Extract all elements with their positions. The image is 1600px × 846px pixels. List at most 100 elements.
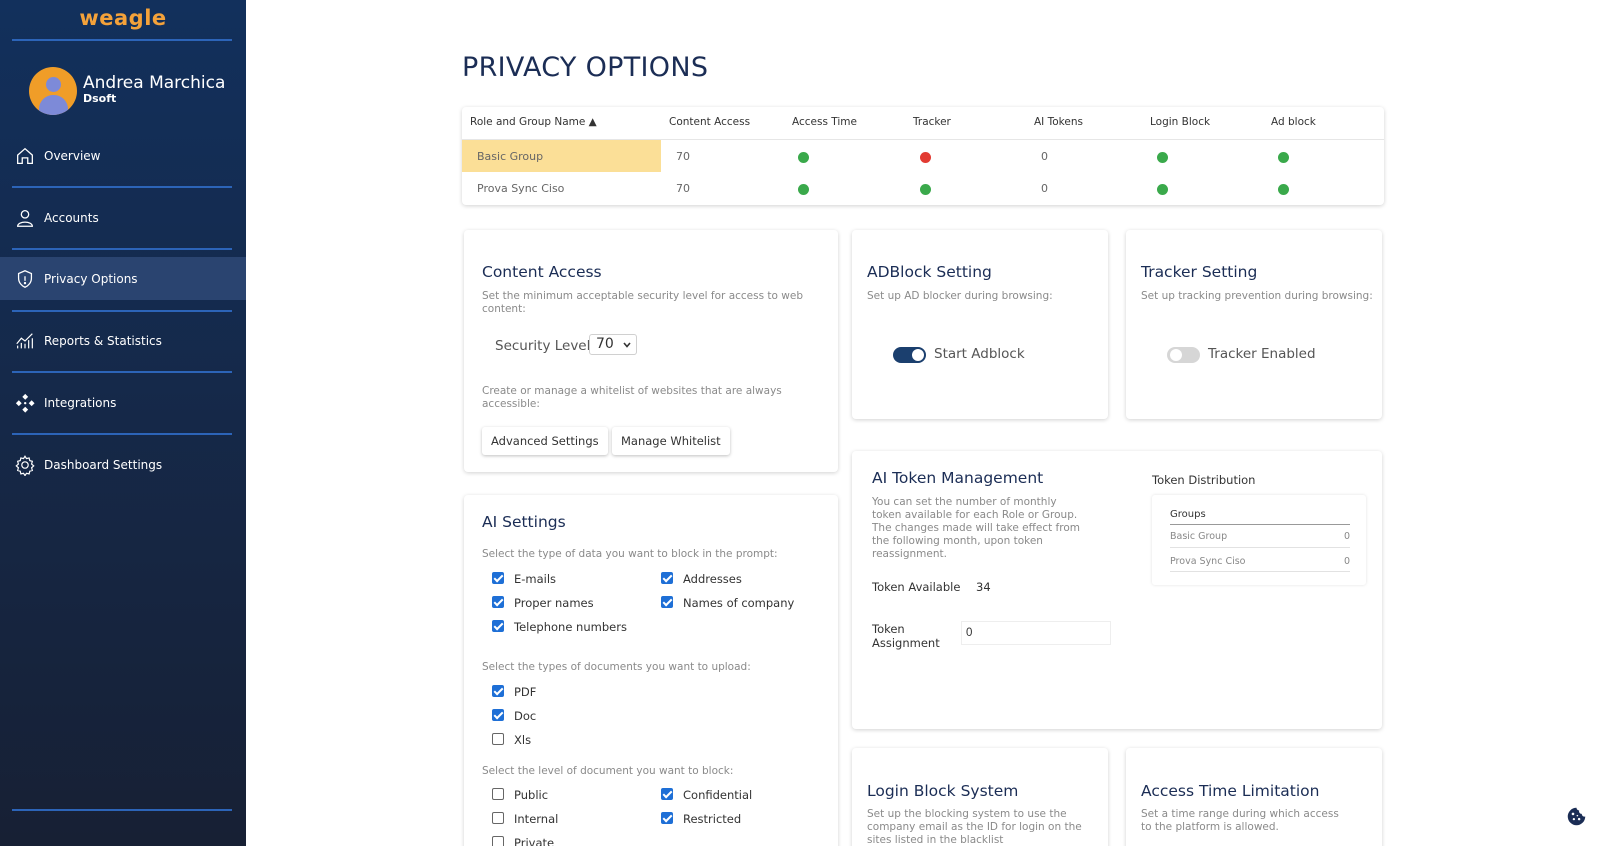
checkbox-label: Public <box>514 788 549 802</box>
row-name: Basic Group <box>477 150 544 163</box>
checkbox-internal[interactable] <box>492 812 504 824</box>
checkbox-xls[interactable] <box>492 733 504 745</box>
distribution-row-name: Basic Group <box>1170 531 1228 542</box>
column-header[interactable]: AI Tokens <box>1034 116 1083 128</box>
column-header[interactable]: Tracker <box>913 116 951 128</box>
card-description: Set up AD blocker during browsing: <box>867 290 1053 302</box>
checkbox-proper-names[interactable] <box>492 596 504 608</box>
checkbox-emails[interactable] <box>492 572 504 584</box>
divider <box>12 248 232 250</box>
table-row[interactable]: Basic Group 70 0 <box>462 140 1384 172</box>
checkbox-public[interactable] <box>492 788 504 800</box>
checkbox-doc[interactable] <box>492 709 504 721</box>
adblock-toggle-label: Start Adblock <box>934 346 1025 362</box>
sidebar-item-privacy-options[interactable]: Privacy Options <box>0 257 246 300</box>
checkbox-label: Internal <box>514 812 559 826</box>
sidebar: weagle Andrea Marchica Dsoft Overview Ac… <box>0 0 246 846</box>
card-description: Set the minimum acceptable security leve… <box>482 290 804 315</box>
column-header[interactable]: Content Access <box>669 116 750 128</box>
table-row[interactable]: Prova Sync Ciso 70 0 <box>462 172 1384 204</box>
home-icon <box>17 147 33 164</box>
checkbox-label: E-mails <box>514 572 557 586</box>
token-assignment-input[interactable] <box>962 622 1110 644</box>
checkbox-private[interactable] <box>492 836 504 846</box>
row-content-access: 70 <box>676 182 690 195</box>
checkbox-company-names[interactable] <box>661 596 673 608</box>
ad-block-status <box>1278 152 1289 163</box>
chevron-down-icon <box>623 342 631 348</box>
sidebar-item-label: Integrations <box>44 395 117 410</box>
sidebar-item-dashboard-settings[interactable]: Dashboard Settings <box>0 443 246 486</box>
app-logo[interactable]: weagle <box>0 6 246 30</box>
card-description: Set up tracking prevention during browsi… <box>1141 290 1373 302</box>
distribution-row-name: Prova Sync Ciso <box>1170 556 1246 567</box>
divider <box>1170 571 1350 572</box>
divider <box>12 809 232 811</box>
security-level-label: Security Level <box>495 338 591 354</box>
column-header[interactable]: Role and Group Name ▲ <box>470 116 597 128</box>
distribution-row-value: 0 <box>1344 531 1351 542</box>
user-name: Andrea Marchica <box>83 73 226 93</box>
sidebar-item-reports[interactable]: Reports & Statistics <box>0 319 246 362</box>
card-title: AI Token Management <box>872 469 1044 487</box>
login-block-status <box>1157 184 1168 195</box>
sidebar-item-overview[interactable]: Overview <box>0 134 246 177</box>
access-time-status <box>798 184 809 195</box>
adblock-toggle[interactable] <box>893 347 926 363</box>
checkbox-telephone-numbers[interactable] <box>492 620 504 632</box>
level-description: Select the level of document you want to… <box>482 765 734 777</box>
token-assignment-label: Token Assignment <box>872 622 940 650</box>
checkbox-addresses[interactable] <box>661 572 673 584</box>
sidebar-item-accounts[interactable]: Accounts <box>0 196 246 239</box>
checkbox-restricted[interactable] <box>661 812 673 824</box>
sidebar-item-label: Reports & Statistics <box>44 333 162 348</box>
card-description: You can set the number of monthly token … <box>872 496 1080 560</box>
checkbox-label: Proper names <box>514 596 594 610</box>
content-access-card: Content Access Set the minimum acceptabl… <box>464 230 838 472</box>
sidebar-item-label: Overview <box>44 148 101 163</box>
sidebar-item-label: Privacy Options <box>44 271 138 286</box>
card-title: Login Block System <box>867 782 1019 800</box>
tracker-toggle[interactable] <box>1167 347 1200 363</box>
sidebar-item-integrations[interactable]: Integrations <box>0 381 246 424</box>
security-level-select[interactable]: 70 <box>589 334 637 355</box>
card-title: Content Access <box>482 263 602 281</box>
card-title: Tracker Setting <box>1141 263 1258 281</box>
access-time-card: Access Time Limitation Set a time range … <box>1126 748 1382 846</box>
ad-block-status <box>1278 184 1289 195</box>
divider <box>1170 524 1350 525</box>
tracker-card: Tracker Setting Set up tracking preventi… <box>1126 230 1382 419</box>
column-header[interactable]: Login Block <box>1150 116 1210 128</box>
checkbox-label: Confidential <box>683 788 753 802</box>
groups-table: Role and Group Name ▲ Content Access Acc… <box>462 107 1384 205</box>
checkbox-confidential[interactable] <box>661 788 673 800</box>
checkbox-pdf[interactable] <box>492 685 504 697</box>
distribution-row-value: 0 <box>1344 556 1351 567</box>
docs-description: Select the types of documents you want t… <box>482 661 751 673</box>
advanced-settings-button[interactable]: Advanced Settings <box>482 427 608 455</box>
ai-token-card: AI Token Management You can set the numb… <box>852 451 1382 729</box>
divider <box>12 186 232 188</box>
divider <box>12 310 232 312</box>
login-block-status <box>1157 152 1168 163</box>
token-distribution-title: Token Distribution <box>1152 473 1256 487</box>
manage-whitelist-button[interactable]: Manage Whitelist <box>612 427 730 455</box>
row-content-access: 70 <box>676 150 690 163</box>
security-level-value: 70 <box>596 336 614 352</box>
checkbox-label: Xls <box>514 733 532 747</box>
user-org: Dsoft <box>83 92 117 105</box>
column-header[interactable]: Access Time <box>792 116 857 128</box>
avatar-icon <box>29 67 77 115</box>
card-description: Set a time range during which access to … <box>1141 808 1339 833</box>
gear-icon <box>15 454 35 476</box>
checkbox-label: Telephone numbers <box>514 620 627 634</box>
checkbox-label: Private <box>514 836 555 846</box>
checkbox-label: Restricted <box>683 812 742 826</box>
cookie-icon[interactable] <box>1566 806 1587 827</box>
checkbox-label: Names of company <box>683 596 795 610</box>
row-ai-tokens: 0 <box>1041 182 1048 195</box>
page-title: PRIVACY OPTIONS <box>462 52 709 83</box>
login-block-card: Login Block System Set up the blocking s… <box>852 748 1108 846</box>
sidebar-item-label: Dashboard Settings <box>44 457 163 472</box>
column-header[interactable]: Ad block <box>1271 116 1316 128</box>
